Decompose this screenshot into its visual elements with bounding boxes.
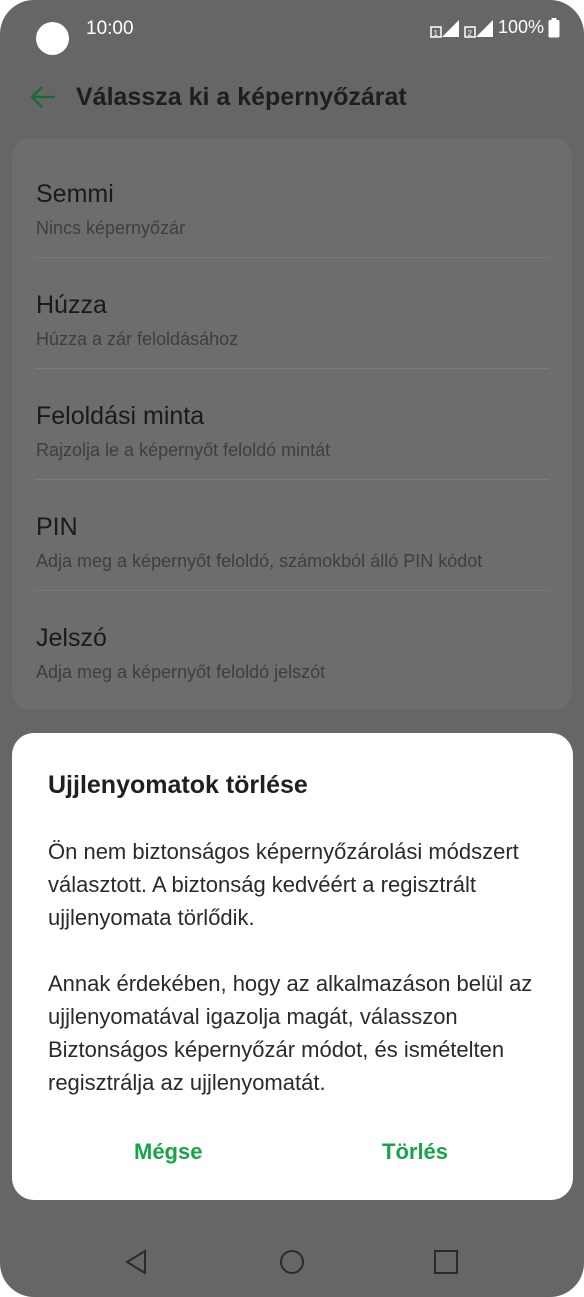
dialog-paragraph-1: Ön nem biztonságos képernyőzárolási móds… [48, 839, 519, 930]
svg-text:1: 1 [433, 29, 438, 38]
option-title: Feloldási minta [36, 402, 205, 430]
front-camera [36, 22, 69, 55]
option-title: Húzza [36, 291, 107, 319]
arrow-left-icon[interactable] [28, 82, 58, 112]
nav-back-icon[interactable] [117, 1242, 157, 1282]
option-password[interactable]: Jelszó Adja meg a képernyőt feloldó jels… [36, 590, 548, 701]
delete-button[interactable]: Törlés [382, 1139, 448, 1165]
battery-icon [548, 17, 560, 38]
lock-options-list: Semmi Nincs képernyőzár Húzza Húzza a zá… [12, 138, 572, 710]
option-none[interactable]: Semmi Nincs képernyőzár [36, 146, 548, 258]
svg-text:2: 2 [467, 29, 472, 38]
option-pattern[interactable]: Feloldási minta Rajzolja le a képernyőt … [36, 368, 548, 480]
page-title: Válassza ki a képernyőzárat [76, 83, 407, 111]
navigation-bar [0, 1232, 584, 1292]
signal-sim2-icon: 2 [464, 18, 494, 38]
status-icons: 1 2 100% [430, 17, 560, 38]
delete-fingerprints-dialog: Ujjlenyomatok törlése Ön nem biztonságos… [12, 733, 573, 1200]
dialog-title: Ujjlenyomatok törlése [48, 771, 308, 799]
signal-sim1-icon: 1 [430, 18, 460, 38]
battery-percent: 100% [497, 17, 544, 37]
option-subtitle: Adja meg a képernyőt feloldó, számokból … [36, 551, 483, 571]
option-subtitle: Húzza a zár feloldásához [36, 329, 239, 349]
option-subtitle: Nincs képernyőzár [36, 218, 186, 238]
status-time: 10:00 [86, 18, 134, 39]
dialog-message: Ön nem biztonságos képernyőzárolási móds… [48, 835, 548, 1099]
app-bar: Válassza ki a képernyőzárat [0, 76, 584, 120]
nav-recents-icon[interactable] [426, 1242, 466, 1282]
dialog-paragraph-2: Annak érdekében, hogy az alkalmazáson be… [48, 971, 533, 1095]
option-title: Jelszó [36, 624, 107, 652]
cancel-button[interactable]: Mégse [134, 1139, 202, 1165]
option-subtitle: Adja meg a képernyőt feloldó jelszót [36, 662, 326, 682]
option-title: Semmi [36, 180, 114, 208]
nav-home-icon[interactable] [272, 1242, 312, 1282]
option-title: PIN [36, 513, 78, 541]
option-subtitle: Rajzolja le a képernyőt feloldó mintát [36, 440, 331, 460]
option-pin[interactable]: PIN Adja meg a képernyőt feloldó, számok… [36, 479, 548, 591]
option-swipe[interactable]: Húzza Húzza a zár feloldásához [36, 257, 548, 369]
phone-screen: 10:00 1 2 100% Válassza ki a képernyőzár… [0, 0, 584, 1297]
status-bar: 10:00 1 2 100% [0, 0, 584, 60]
